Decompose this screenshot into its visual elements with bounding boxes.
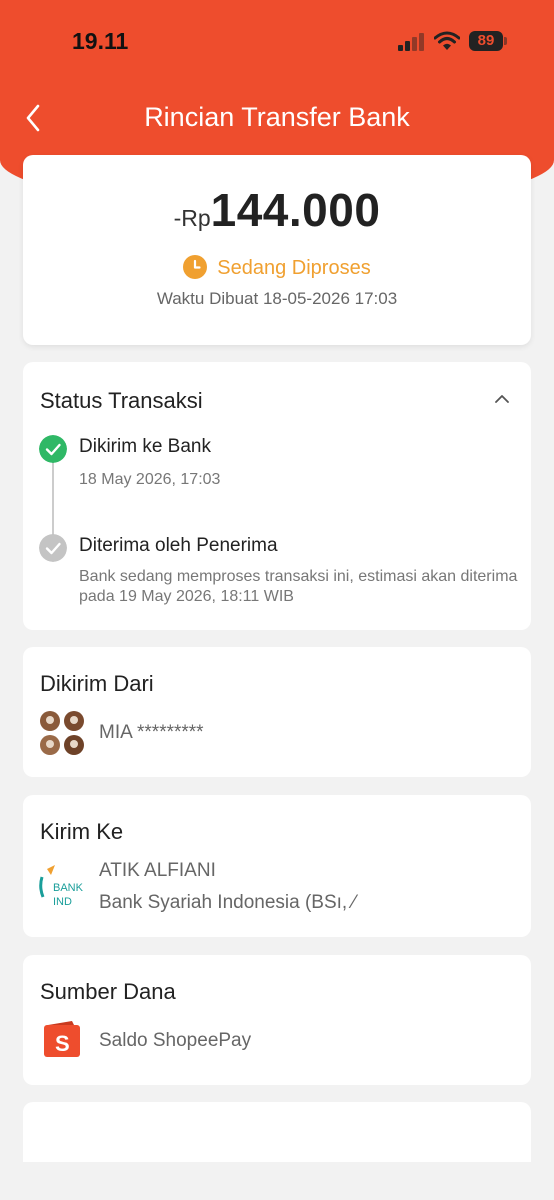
sender-name: MIA ********* <box>99 722 204 743</box>
section-title-status: Status Transaksi <box>40 388 203 413</box>
svg-text:S: S <box>55 1031 70 1056</box>
amount-display: -Rp144.000 <box>23 183 531 237</box>
step-subtitle-sent: 18 May 2026, 17:03 <box>79 471 221 488</box>
chevron-up-icon[interactable] <box>491 388 513 410</box>
amount-card: -Rp144.000 Sedang Diproses Waktu Dibuat … <box>23 155 531 345</box>
bank-logo-text-2: IND <box>53 896 72 908</box>
timeline-connector <box>52 462 54 540</box>
step-subtitle-received: Bank sedang memproses transaksi ini, est… <box>79 568 518 605</box>
section-title-recipient: Kirim Ke <box>40 819 124 844</box>
recipient-bank: Bank Syariah Indonesia (BSı, ⁄ <box>99 892 356 913</box>
step-title-sent: Dikirim ke Bank <box>79 436 211 457</box>
source-card: Sumber Dana S Saldo ShopeePay <box>23 955 531 1085</box>
pending-check-icon <box>39 534 67 562</box>
bank-logo: BANK IND <box>39 865 84 908</box>
clock-time: 19.11 <box>72 28 129 54</box>
battery-icon: 89 <box>469 31 503 51</box>
amount-currency: -Rp <box>173 205 211 231</box>
step-title-received: Diterima oleh Penerima <box>79 535 278 556</box>
sender-avatar <box>40 711 84 755</box>
clock-icon <box>183 255 208 279</box>
source-name: Saldo ShopeePay <box>99 1030 252 1051</box>
battery-tip <box>504 37 507 45</box>
bank-logo-text-1: BANK <box>53 882 84 894</box>
recipient-name: ATIK ALFIANI <box>99 860 216 881</box>
created-time: Waktu Dibuat 18-05-2026 17:03 <box>156 289 398 308</box>
wifi-icon <box>434 31 460 50</box>
navigation-bar: Rincian Transfer Bank <box>0 96 554 140</box>
check-circle-icon <box>39 435 67 463</box>
page-title: Rincian Transfer Bank <box>144 102 410 132</box>
status-label: Sedang Diproses <box>217 257 371 279</box>
section-title-sender: Dikirim Dari <box>40 671 154 696</box>
sender-card: Dikirim Dari MIA ********* <box>23 647 531 777</box>
recipient-card: Kirim Ke BANK IND ATIK ALFIANI Bank Syar… <box>23 795 531 937</box>
signal-icon <box>398 33 428 51</box>
next-card-peek <box>23 1102 531 1162</box>
amount-value: 144.000 <box>210 184 381 236</box>
shopeepay-icon: S <box>44 1021 80 1057</box>
section-title-source: Sumber Dana <box>40 979 176 1004</box>
status-bar: 19.11 89 <box>0 0 554 84</box>
transaction-status-card: Status Transaksi Dikirim ke Bank 18 May … <box>23 362 531 630</box>
processing-status: Sedang Diproses <box>23 255 531 280</box>
